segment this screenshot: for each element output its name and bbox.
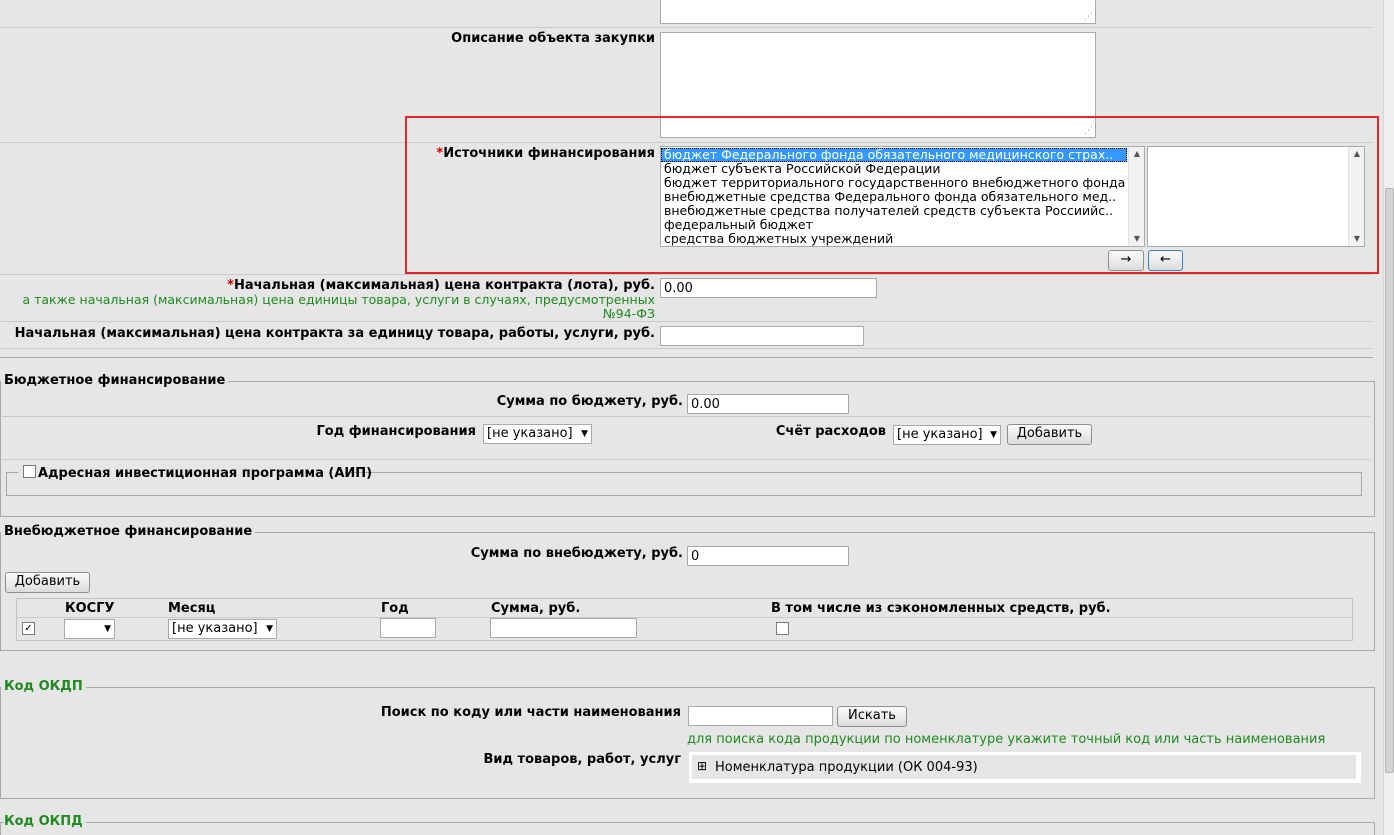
offbudget-legend: Внебюджетное финансирование — [4, 524, 256, 539]
row-checkbox[interactable]: ✓ — [22, 622, 35, 635]
offbudget-sum-input[interactable]: 0 — [687, 546, 849, 566]
column-header-saved: В том числе из сэкономленных средств, ру… — [771, 601, 1111, 616]
divider — [0, 27, 1373, 28]
year-label: Год финансирования — [316, 424, 476, 439]
divider — [0, 274, 1373, 275]
divider — [0, 321, 1373, 322]
chevron-down-icon: ▼ — [990, 430, 997, 440]
year-select-value: [не указано] — [487, 426, 573, 441]
fieldset-border — [6, 472, 18, 473]
row-sum-input[interactable] — [490, 618, 637, 638]
resize-grip-icon[interactable]: ⋰ — [1084, 13, 1093, 22]
unit-price-input[interactable] — [660, 326, 864, 346]
offbudget-sum-label: Сумма по внебюджету, руб. — [470, 546, 683, 561]
chevron-down-icon: ▼ — [266, 624, 273, 634]
okpd-legend: Код ОКПД — [4, 814, 86, 829]
okdp-search-label: Поиск по коду или части наименования — [380, 705, 681, 720]
budget-sum-input[interactable]: 0.00 — [687, 394, 849, 414]
divider — [0, 348, 1373, 349]
page-scrollbar-thumb[interactable] — [1385, 188, 1394, 773]
required-mark: * — [227, 278, 234, 293]
fieldset-border — [75, 687, 1375, 688]
saved-funds-checkbox[interactable] — [776, 622, 789, 635]
aip-label: Адресная инвестиционная программа (АИП) — [38, 466, 373, 481]
column-header-sum: Сумма, руб. — [491, 601, 581, 616]
fieldset-border — [345, 472, 1362, 473]
okdp-search-button[interactable]: Искать — [837, 706, 907, 727]
highlight-box — [405, 116, 1379, 274]
year-select[interactable]: [не указано] ▼ — [483, 424, 592, 444]
page-scrollbar[interactable] — [1383, 0, 1394, 835]
unit-price-label: Начальная (максимальная) цена контракта … — [14, 326, 655, 341]
chevron-down-icon: ▼ — [581, 429, 588, 439]
column-header-year: Год — [381, 601, 409, 616]
budget-legend: Бюджетное финансирование — [4, 373, 229, 388]
month-select[interactable]: [не указано] ▼ — [168, 619, 277, 639]
account-label: Счёт расходов — [775, 424, 886, 439]
row-year-input[interactable] — [380, 618, 436, 638]
max-price-hint-law: №94-ФЗ — [602, 306, 655, 321]
chevron-down-icon: ▼ — [104, 624, 111, 634]
max-price-hint: а также начальная (максимальная) цена ед… — [22, 292, 655, 307]
budget-sum-label: Сумма по бюджету, руб. — [496, 394, 683, 409]
tree-item-nomenclature[interactable]: Номенклатура продукции (ОК 004-93) — [715, 760, 978, 775]
month-select-value: [не указано] — [172, 621, 258, 636]
divider — [2, 459, 1370, 460]
account-select-value: [не указано] — [897, 427, 983, 442]
okpd-fieldset-right — [1374, 822, 1375, 835]
kosgu-select[interactable]: ▼ — [64, 619, 115, 639]
divider — [0, 357, 1373, 358]
max-price-label-text: Начальная (максимальная) цена контракта … — [233, 278, 655, 293]
max-price-input[interactable]: 0.00 — [660, 278, 877, 298]
budget-add-button[interactable]: Добавить — [1007, 424, 1092, 445]
divider — [2, 416, 1370, 417]
table-header-divider — [16, 617, 1353, 618]
fieldset-border — [228, 532, 1375, 533]
fieldset-border — [75, 822, 1375, 823]
expand-plus-icon[interactable]: ⊞ — [697, 759, 707, 773]
column-header-month: Месяц — [168, 601, 216, 616]
okdp-tree: ⊞ Номенклатура продукции (ОК 004-93) — [689, 752, 1361, 783]
previous-textarea[interactable]: ⋰ — [660, 0, 1096, 24]
aip-checkbox[interactable] — [23, 465, 36, 478]
okdp-type-label: Вид товаров, работ, услуг — [483, 752, 682, 767]
fieldset-border — [200, 381, 1375, 382]
okdp-hint: для поиска кода продукции по номенклатур… — [687, 732, 1326, 747]
description-label: Описание объекта закупки — [451, 31, 655, 46]
offbudget-add-button[interactable]: Добавить — [5, 572, 90, 593]
column-header-kosgu: КОСГУ — [65, 601, 115, 616]
okdp-legend: Код ОКДП — [4, 679, 86, 694]
account-select[interactable]: [не указано] ▼ — [893, 425, 1001, 445]
okpd-fieldset-left — [0, 822, 1, 835]
okdp-search-input[interactable] — [688, 706, 833, 726]
max-price-label: *Начальная (максимальная) цена контракта… — [227, 278, 655, 293]
